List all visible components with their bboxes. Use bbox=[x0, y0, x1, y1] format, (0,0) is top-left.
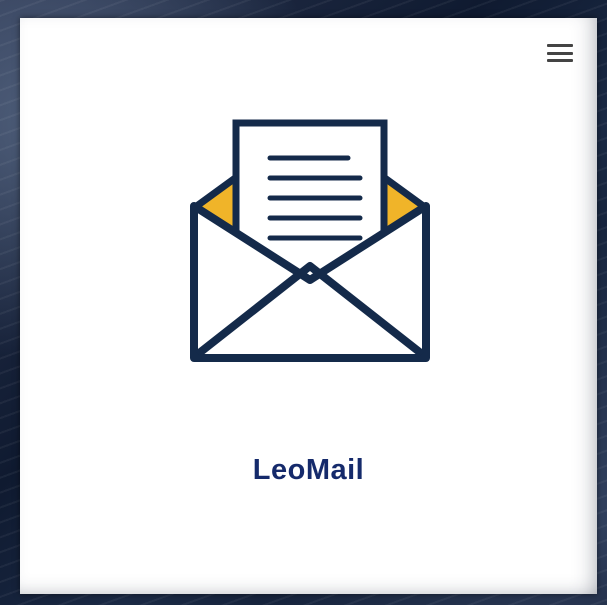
hamburger-menu-icon-bar-3 bbox=[547, 59, 573, 62]
menu-button[interactable] bbox=[547, 42, 573, 64]
app-label[interactable]: LeoMail bbox=[20, 454, 597, 487]
envelope-letter-icon bbox=[190, 119, 430, 362]
hamburger-menu-icon-bar-2 bbox=[547, 51, 573, 55]
app-tile[interactable]: LeoMail bbox=[20, 18, 597, 594]
hamburger-menu-icon-bar-1 bbox=[547, 44, 573, 47]
